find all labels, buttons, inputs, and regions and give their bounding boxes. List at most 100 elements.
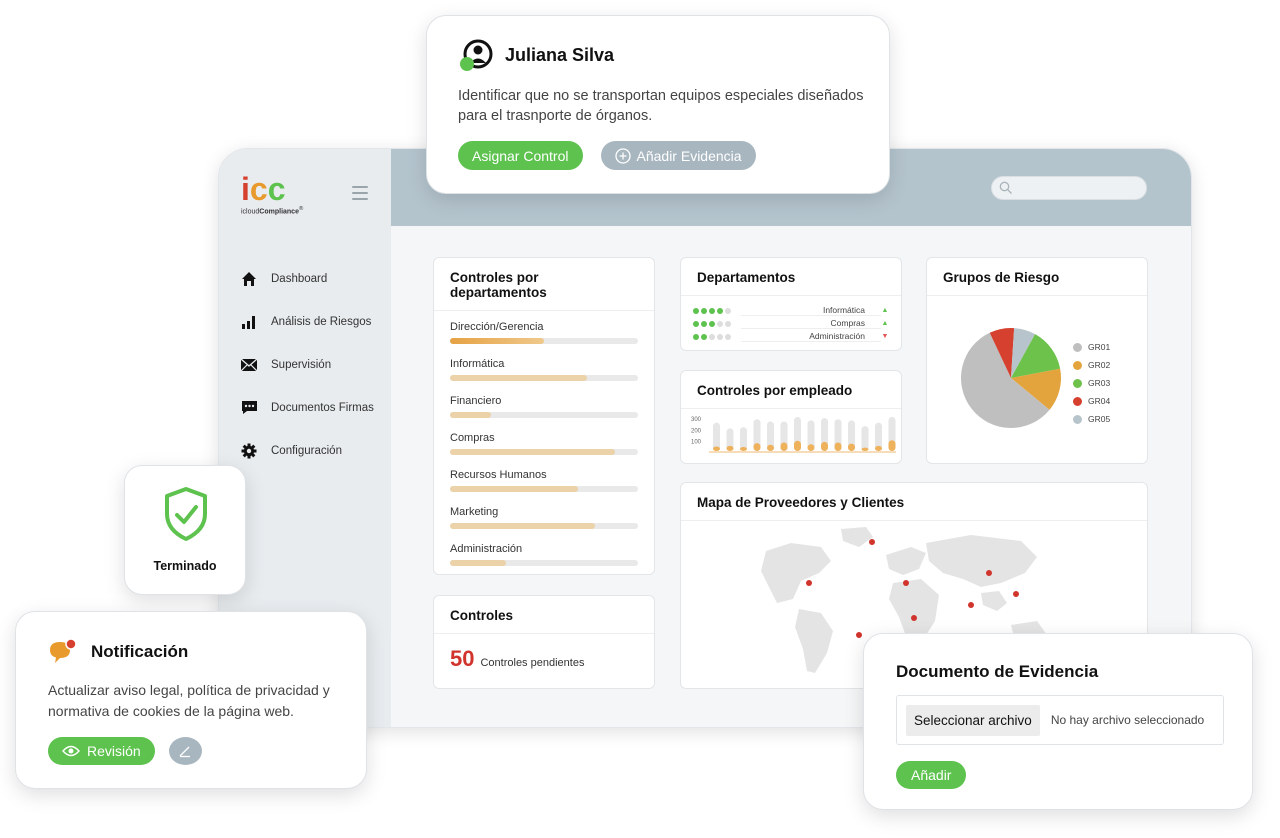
level-dot [693, 307, 699, 314]
logo-wordmark-prefix: icloud [241, 208, 260, 216]
dept-progress-row: Marketing [450, 506, 638, 529]
home-icon [241, 271, 271, 287]
level-dot [693, 320, 699, 327]
user-avatar-icon [459, 39, 493, 73]
legend-item: GR05 [1073, 410, 1110, 428]
legend-item: GR04 [1073, 392, 1110, 410]
dept-progress-bar [450, 375, 638, 381]
dept-progress-list: Dirección/Gerencia Informática Financiero C… [434, 311, 654, 566]
dept-name: Administración [450, 543, 523, 555]
chat-icon [241, 400, 271, 415]
dept-progress-bar [450, 338, 638, 344]
legend-label: GR01 [1088, 342, 1111, 352]
add-evidence-label: Añadir Evidencia [636, 147, 742, 164]
departamentos-table: Informática ▲ Compras ▲ Administración ▼ [681, 296, 901, 343]
logo-letter-i: i [241, 171, 250, 207]
risk-group-chart: GR01 GR02 GR03 GR04 GR05 [927, 294, 1149, 464]
trend-up-icon: ▲ [881, 307, 889, 314]
bar-total [861, 426, 869, 451]
select-file-button[interactable]: Seleccionar archivo [906, 704, 1040, 736]
level-dot [709, 320, 715, 327]
sidebar-item-configuracion[interactable]: Configuración [241, 429, 374, 472]
dept-name: Compras [450, 432, 495, 444]
status-label: Terminado [153, 559, 217, 573]
sidebar-item-supervision[interactable]: Supervisión [241, 343, 374, 386]
user-control-popup: Juliana Silva Identificar que no se tran… [426, 15, 890, 194]
level-dot [725, 307, 731, 314]
logo-mark: i c c [241, 173, 303, 205]
add-evidence-button[interactable]: Añadir Evidencia [600, 141, 756, 170]
logo-wordmark: icloudCompliance® [241, 206, 303, 215]
logo-wordmark-bold: Compliance [259, 208, 299, 216]
pending-controls: 50 Controles pendientes [434, 634, 654, 684]
dept-progress-fill [450, 375, 588, 381]
review-button[interactable]: Revisión [48, 737, 155, 765]
card-title: Controles [434, 596, 654, 634]
evidence-actions: Añadir [896, 761, 967, 789]
gear-icon [241, 443, 271, 459]
logo-letter-c1: c [249, 171, 268, 207]
legend-swatch [1073, 414, 1082, 424]
sidebar-item-label: Supervisión [271, 358, 332, 371]
notification-text: Actualizar aviso legal, política de priv… [48, 682, 330, 719]
logo[interactable]: i c c icloudCompliance® [241, 173, 303, 215]
dept-name: Informática [450, 358, 505, 370]
level-dot [701, 333, 707, 340]
bar-value [888, 440, 896, 451]
bar-value [726, 445, 734, 451]
level-dots [693, 307, 741, 314]
bar-value [740, 447, 747, 451]
dept-progress-row: Financiero [450, 395, 638, 418]
search-input[interactable] [991, 176, 1147, 200]
bar-value [821, 441, 828, 451]
legend-swatch [1073, 360, 1082, 370]
dept-progress-row: Informática [450, 358, 638, 381]
legend-swatch [1073, 396, 1082, 406]
level-dots [693, 320, 741, 327]
pending-count: 50 [450, 646, 475, 671]
evidence-document-popup: Documento de Evidencia Seleccionar archi… [863, 633, 1253, 810]
edit-button[interactable] [168, 737, 202, 765]
file-input[interactable]: Seleccionar archivo No hay archivo selec… [896, 695, 1224, 745]
sidebar-item-dashboard[interactable]: Dashboard [241, 257, 374, 300]
bar-chart-icon [241, 314, 271, 330]
sidebar-item-label: Dashboard [271, 272, 328, 285]
dept-progress-bar [450, 486, 638, 492]
risk-pie-chart [961, 328, 1061, 429]
plus-circle-icon [614, 147, 631, 164]
legend-label: GR03 [1088, 378, 1111, 388]
status-popup: Terminado [124, 465, 246, 595]
review-label: Revisión [87, 743, 141, 759]
sidebar-item-documentos-firmas[interactable]: Documentos Firmas [241, 386, 374, 429]
assign-control-button[interactable]: Asignar Control [458, 141, 583, 170]
eye-icon [62, 745, 80, 757]
bar-value [794, 440, 801, 451]
evidence-title: Documento de Evidencia [896, 662, 1099, 681]
user-name: Juliana Silva [505, 45, 615, 65]
dept-progress-fill [450, 449, 616, 455]
bar-value [713, 446, 720, 451]
sidebar-item-label: Análisis de Riesgos [271, 315, 372, 328]
dept-name: Financiero [450, 395, 502, 407]
risk-legend: GR01 GR02 GR03 GR04 GR05 [1073, 338, 1110, 428]
bar-value [807, 444, 815, 451]
card-title: Controles por departamentos [434, 258, 654, 311]
dept-name: Dirección/Gerencia [450, 321, 544, 333]
bar-value [834, 442, 842, 451]
sidebar-item-label: Configuración [271, 444, 342, 457]
level-dot [701, 320, 707, 327]
sidebar-item-analisis-riesgos[interactable]: Análisis de Riesgos [241, 300, 374, 343]
level-dot [709, 333, 715, 340]
legend-label: GR04 [1088, 396, 1111, 406]
bar-value [861, 447, 869, 451]
logo-letter-c2: c [267, 171, 286, 207]
y-tick-label: 100 [691, 440, 702, 446]
card-title: Grupos de Riesgo [927, 258, 1147, 296]
add-button[interactable]: Añadir [896, 761, 967, 789]
shield-check-icon [165, 487, 207, 541]
hamburger-menu-icon[interactable] [352, 186, 368, 204]
notification-actions: Revisión [48, 737, 202, 765]
bar-value [875, 445, 882, 451]
card-controles: Controles 50 Controles pendientes [433, 595, 655, 689]
dept-progress-fill [450, 412, 492, 418]
